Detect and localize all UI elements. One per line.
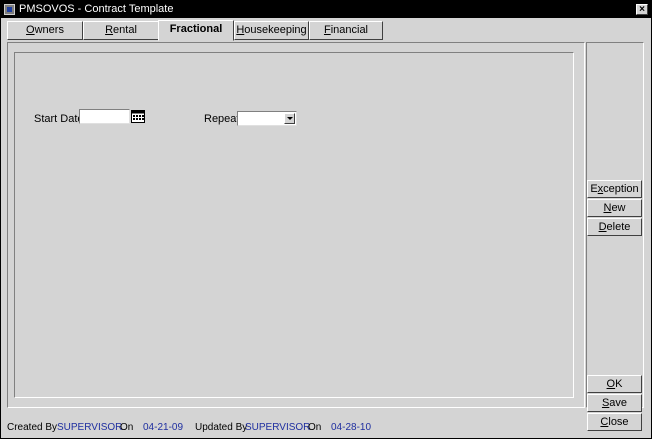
- save-button[interactable]: Save: [587, 394, 642, 412]
- created-by-value: SUPERVISOR: [57, 422, 123, 433]
- chevron-down-icon[interactable]: [284, 113, 295, 124]
- updated-on-label: On: [308, 422, 322, 433]
- start-date-input[interactable]: [79, 109, 130, 124]
- delete-button[interactable]: Delete: [587, 218, 642, 236]
- created-by-label: Created By: [7, 422, 58, 433]
- fractional-form-area: [14, 52, 574, 398]
- title-bar: PMSOVOS - Contract Template ×: [1, 1, 651, 18]
- tab-financial[interactable]: Financial: [309, 21, 383, 40]
- created-on-label: On: [120, 422, 134, 433]
- new-button[interactable]: New: [587, 199, 642, 217]
- exception-button[interactable]: Exception: [587, 180, 642, 198]
- contract-template-window: PMSOVOS - Contract Template × Owners Ren…: [0, 0, 652, 439]
- ok-button[interactable]: OK: [587, 375, 642, 393]
- updated-by-label: Updated By: [195, 422, 248, 433]
- window-title: PMSOVOS - Contract Template: [19, 3, 174, 15]
- tab-owners[interactable]: Owners: [7, 21, 83, 40]
- tab-rental[interactable]: Rental: [83, 21, 159, 40]
- close-window-button[interactable]: ×: [636, 4, 648, 15]
- close-button[interactable]: Close: [587, 413, 642, 431]
- repeat-label: Repeat: [204, 113, 240, 125]
- repeat-select[interactable]: [237, 111, 297, 126]
- updated-by-value: SUPERVISOR: [245, 422, 311, 433]
- calendar-icon[interactable]: [131, 110, 145, 123]
- tab-fractional[interactable]: Fractional: [158, 20, 234, 41]
- fractional-tab-panel: [7, 42, 585, 408]
- tab-housekeeping[interactable]: Housekeeping: [234, 21, 309, 40]
- start-date-label: Start Date: [34, 113, 84, 125]
- created-on-value: 04-21-09: [143, 422, 184, 433]
- updated-on-value: 04-28-10: [331, 422, 372, 433]
- application-icon: [4, 4, 15, 15]
